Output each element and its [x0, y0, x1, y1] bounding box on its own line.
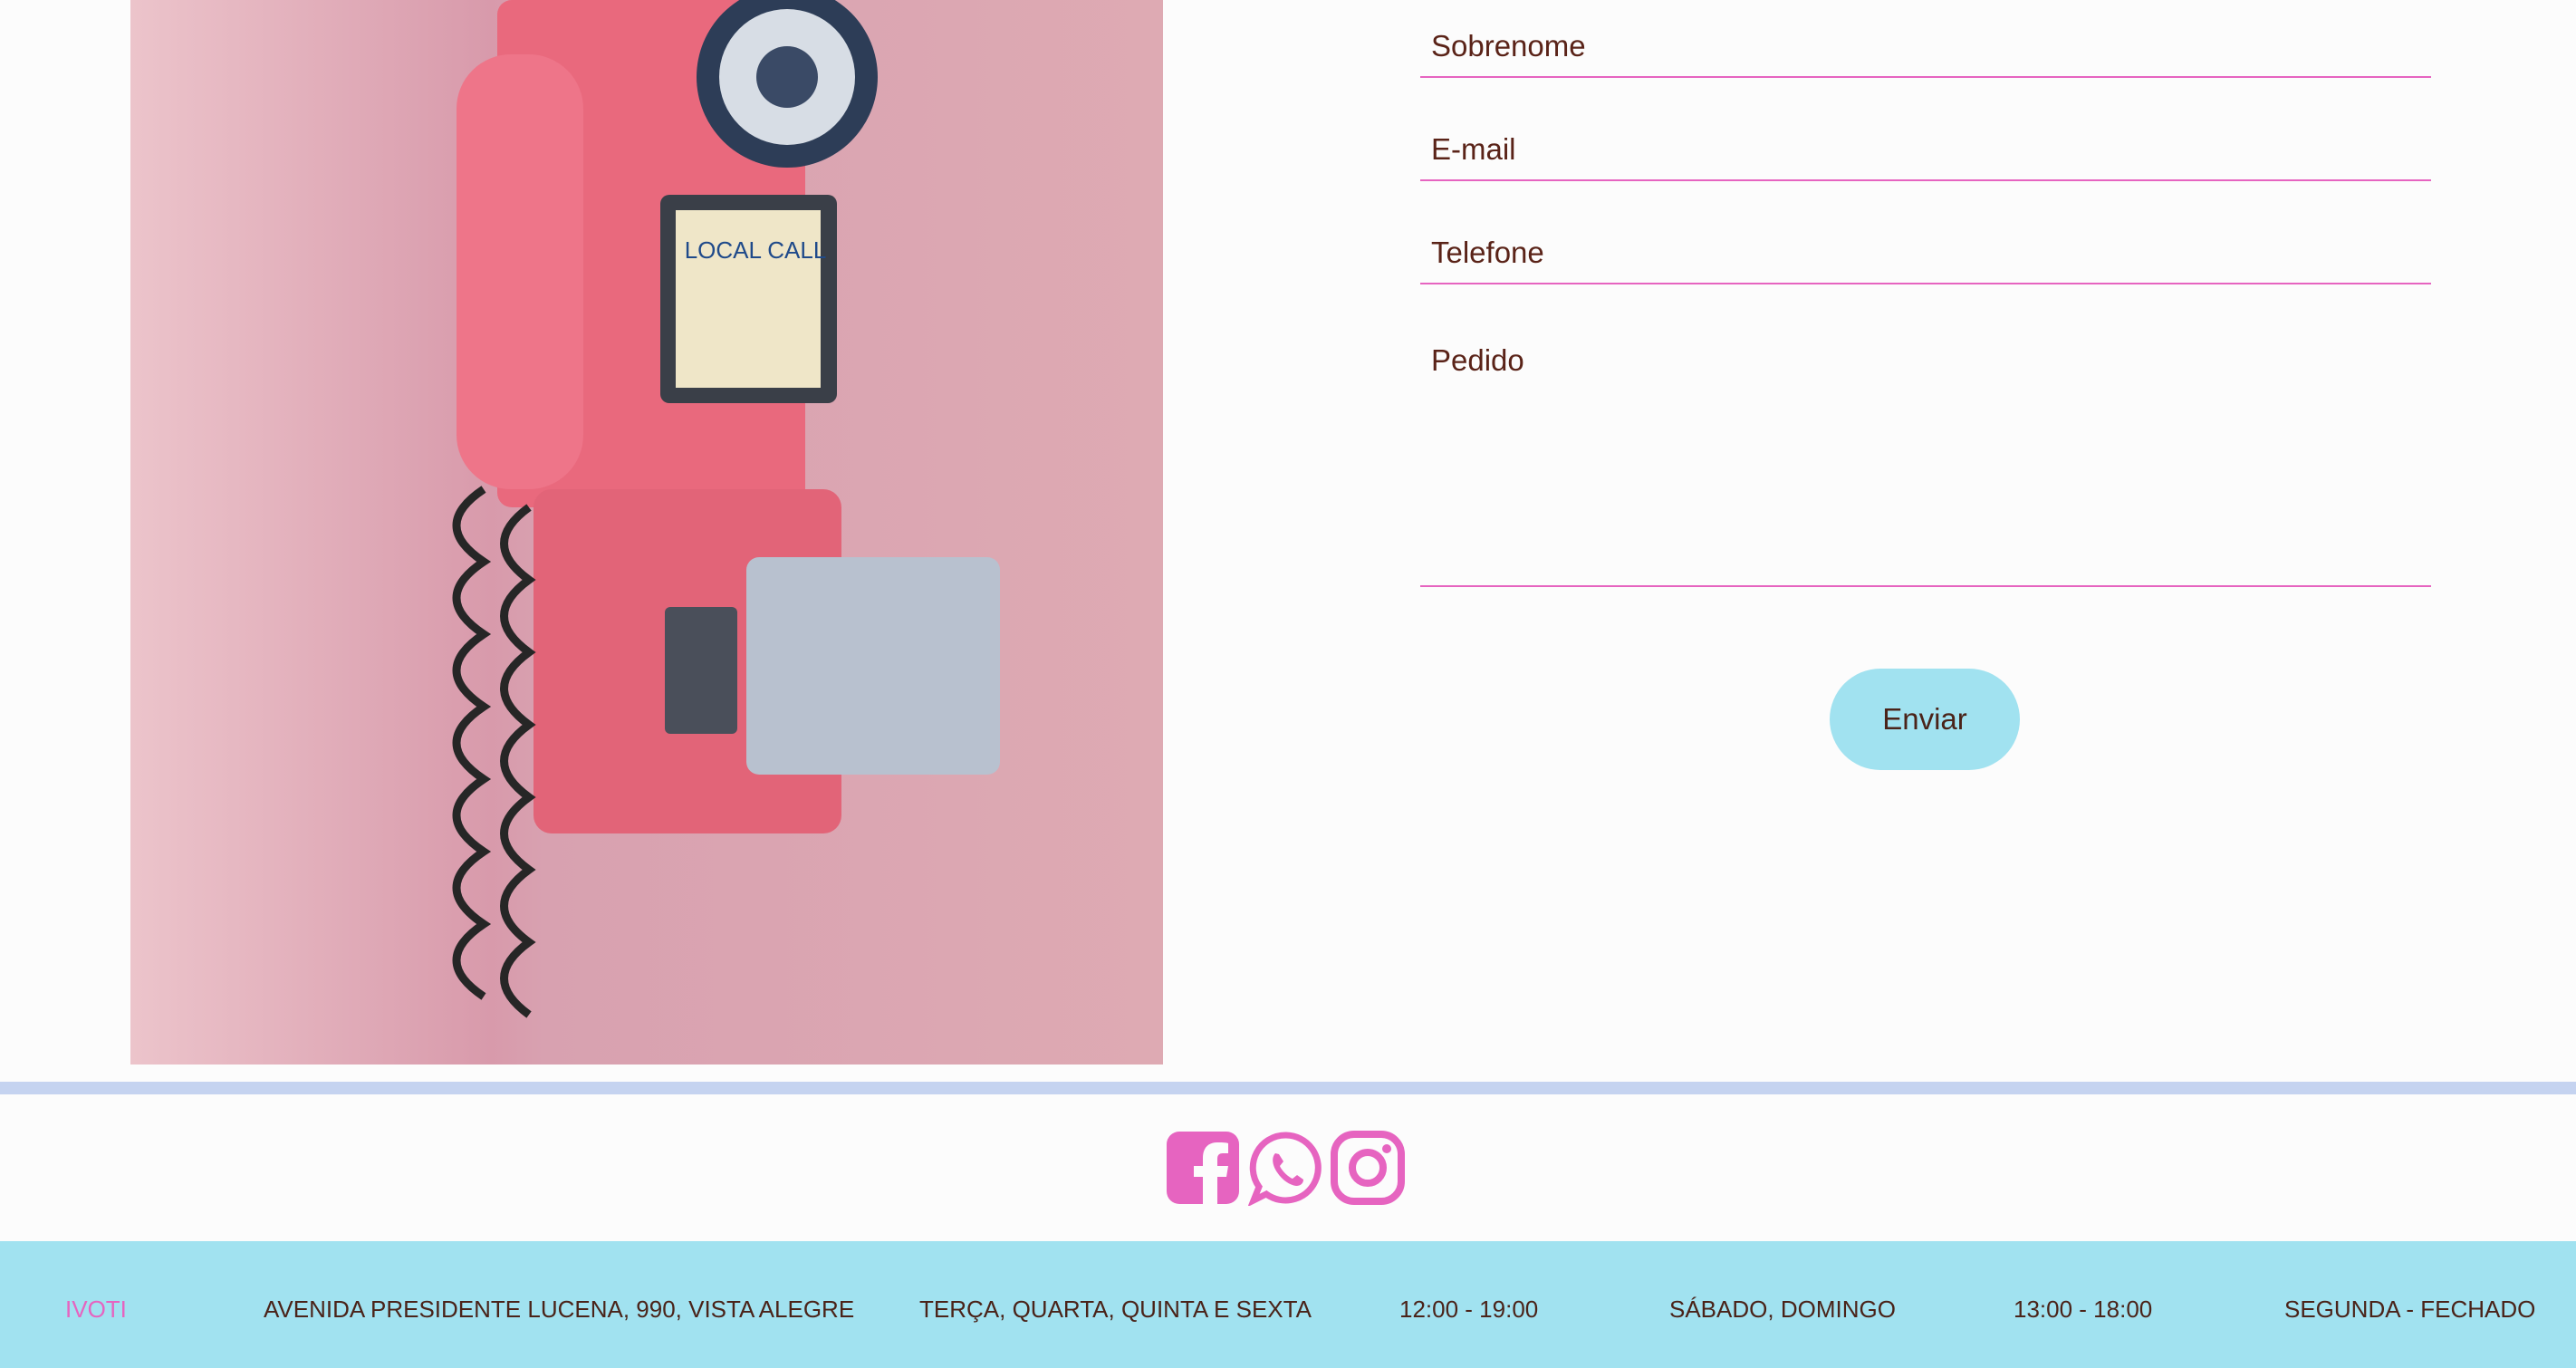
footer-weekdays: TERÇA, QUARTA, QUINTA E SEXTA — [919, 1296, 1312, 1323]
footer-weekend: SÁBADO, DOMINGO — [1669, 1296, 1896, 1323]
payphone-photo: LOCAL CALL — [130, 0, 1163, 1065]
instagram-icon[interactable] — [1330, 1130, 1406, 1206]
telefone-field[interactable]: Telefone — [1420, 207, 2431, 284]
footer-weekend-hours: 13:00 - 18:00 — [2014, 1296, 2153, 1323]
facebook-icon[interactable] — [1165, 1130, 1241, 1206]
telefone-label: Telefone — [1431, 236, 1544, 269]
footer-city[interactable]: IVOTI — [65, 1296, 127, 1324]
enviar-button[interactable]: Enviar — [1830, 669, 2020, 770]
sobrenome-label: Sobrenome — [1431, 29, 1586, 63]
svg-text:LOCAL CALL: LOCAL CALL — [685, 236, 827, 264]
footer-closed: SEGUNDA - FECHADO — [2284, 1296, 2536, 1323]
pedido-label: Pedido — [1431, 343, 1524, 377]
email-label: E-mail — [1431, 132, 1516, 166]
payphone-illustration: LOCAL CALL — [130, 0, 1163, 1065]
pedido-field[interactable]: Pedido — [1420, 312, 2431, 587]
whatsapp-icon[interactable] — [1247, 1130, 1324, 1208]
footer-address: AVENIDA PRESIDENTE LUCENA, 990, VISTA AL… — [264, 1296, 855, 1323]
email-field[interactable]: E-mail — [1420, 103, 2431, 181]
section-divider — [0, 1082, 2576, 1094]
sobrenome-field[interactable]: Sobrenome — [1420, 0, 2431, 78]
footer: IVOTI AVENIDA PRESIDENTE LUCENA, 990, VI… — [0, 1241, 2576, 1368]
footer-weekday-hours: 12:00 - 19:00 — [1399, 1296, 1539, 1323]
